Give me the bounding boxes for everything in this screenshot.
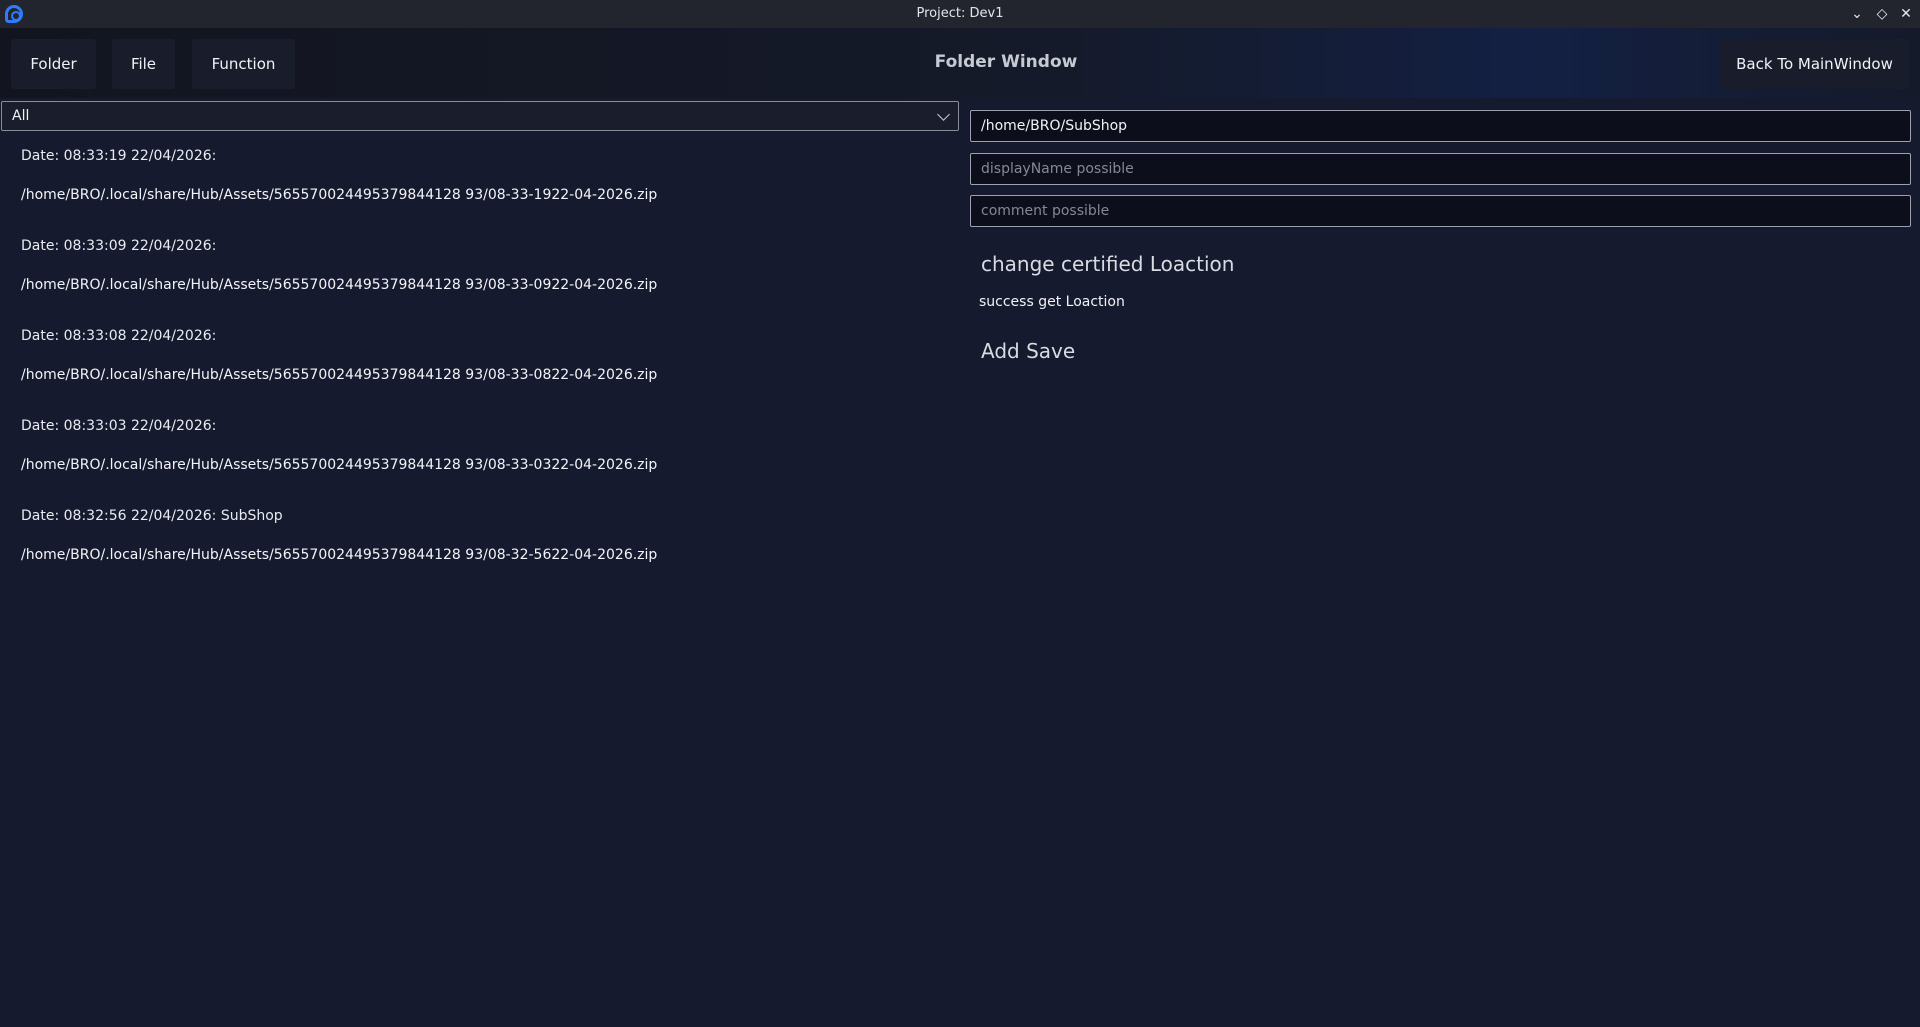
location-path-input[interactable]: /home/BRO/SubShop bbox=[970, 110, 1911, 142]
entry-path: /home/BRO/.local/share/Hub/Assets/565570… bbox=[21, 277, 658, 293]
list-item[interactable]: Date: 08:33:03 22/04/2026: /home/BRO/.lo… bbox=[21, 418, 951, 473]
file-menu-button[interactable]: File bbox=[112, 39, 175, 89]
folder-menu-button[interactable]: Folder bbox=[11, 39, 96, 89]
display-name-input[interactable]: displayName possible bbox=[970, 153, 1911, 185]
entry-date: Date: 08:33:19 22/04/2026: bbox=[21, 148, 217, 164]
filter-selected-value: All bbox=[12, 108, 30, 124]
change-location-button[interactable]: change certified Loaction bbox=[981, 252, 1234, 276]
list-item[interactable]: Date: 08:32:56 22/04/2026: SubShop /home… bbox=[21, 508, 951, 563]
window-titlebar: Project: Dev1 ⌄ ◇ ✕ bbox=[0, 0, 1920, 28]
function-menu-button[interactable]: Function bbox=[192, 39, 295, 89]
entry-path: /home/BRO/.local/share/Hub/Assets/565570… bbox=[21, 457, 658, 473]
minimize-icon[interactable]: ⌄ bbox=[1848, 5, 1866, 23]
list-item[interactable]: Date: 08:33:19 22/04/2026: /home/BRO/.lo… bbox=[21, 148, 951, 203]
window-title: Project: Dev1 bbox=[916, 6, 1004, 21]
entry-path: /home/BRO/.local/share/Hub/Assets/565570… bbox=[21, 187, 658, 203]
entry-date: Date: 08:33:09 22/04/2026: bbox=[21, 238, 217, 254]
close-icon[interactable]: ✕ bbox=[1897, 5, 1915, 23]
list-item[interactable]: Date: 08:33:09 22/04/2026: /home/BRO/.lo… bbox=[21, 238, 951, 293]
chevron-down-icon bbox=[937, 108, 950, 121]
entry-path: /home/BRO/.local/share/Hub/Assets/565570… bbox=[21, 547, 658, 563]
add-save-button[interactable]: Add Save bbox=[981, 339, 1075, 363]
entry-date: Date: 08:33:08 22/04/2026: bbox=[21, 328, 217, 344]
status-message: success get Loaction bbox=[979, 294, 1125, 310]
header-bar: Folder File Function Folder Window Back … bbox=[0, 28, 1920, 98]
filter-dropdown[interactable]: All bbox=[1, 101, 959, 131]
entry-path: /home/BRO/.local/share/Hub/Assets/565570… bbox=[21, 367, 658, 383]
entry-date: Date: 08:33:03 22/04/2026: bbox=[21, 418, 217, 434]
entry-date: Date: 08:32:56 22/04/2026: SubShop bbox=[21, 508, 283, 524]
list-item[interactable]: Date: 08:33:08 22/04/2026: /home/BRO/.lo… bbox=[21, 328, 951, 383]
page-title: Folder Window bbox=[934, 52, 1078, 72]
back-to-main-window-button[interactable]: Back To MainWindow bbox=[1720, 39, 1909, 89]
maximize-icon[interactable]: ◇ bbox=[1873, 5, 1891, 23]
comment-input[interactable]: comment possible bbox=[970, 195, 1911, 227]
